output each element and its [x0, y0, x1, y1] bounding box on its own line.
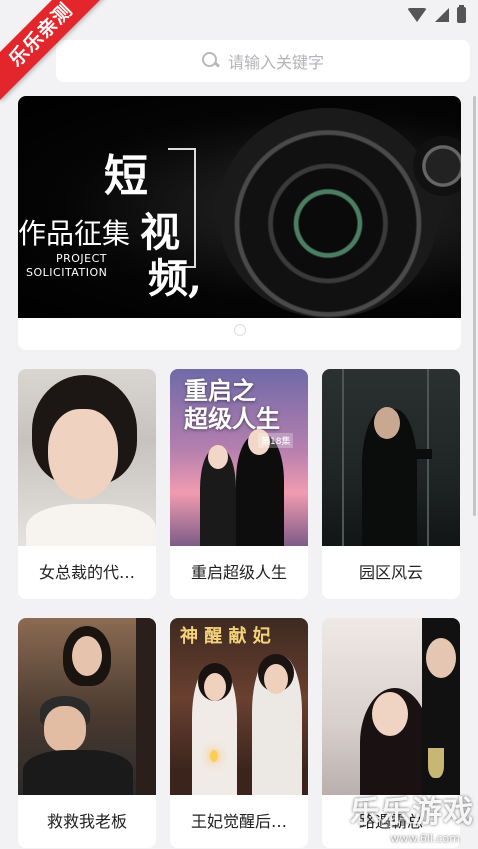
scrollbar[interactable] — [473, 96, 476, 516]
banner-image[interactable]: 短 视 频, 作品征集 PROJECT SOLICITATION — [18, 96, 461, 318]
banner-english-line: SOLICITATION — [26, 266, 108, 279]
search-bar[interactable]: 请输入关键字 — [56, 40, 470, 82]
drama-card[interactable]: 救救我老板 — [18, 618, 156, 848]
drama-title[interactable]: 女总裁的代… — [18, 546, 156, 599]
search-icon — [201, 52, 220, 70]
carousel-indicator-dot[interactable] — [235, 325, 245, 335]
banner-subtitle: 作品征集 — [18, 217, 131, 250]
drama-title[interactable]: 救救我老板 — [18, 795, 156, 848]
drama-poster[interactable]: 神 醒 献 妃 — [170, 618, 308, 795]
drama-poster[interactable] — [322, 369, 460, 546]
drama-title[interactable]: 王妃觉醒后… — [170, 795, 308, 848]
banner-carousel[interactable]: 短 视 频, 作品征集 PROJECT SOLICITATION — [18, 96, 461, 350]
drama-poster[interactable]: 重启之 超级人生 第18集 — [170, 369, 308, 546]
camera-lens-icon — [218, 108, 438, 318]
drama-poster[interactable] — [322, 618, 460, 795]
watermark-url: www.6ll.com — [390, 832, 460, 845]
drama-card[interactable]: 园区风云 — [322, 369, 460, 599]
battery-icon — [457, 5, 466, 23]
drama-card[interactable]: 女总裁的代… — [18, 369, 156, 599]
poster-title: 神 醒 献 妃 — [180, 626, 271, 647]
drama-poster[interactable] — [18, 618, 156, 795]
drama-card[interactable]: 重启之 超级人生 第18集 重启超级人生 — [170, 369, 308, 599]
poster-title: 重启之 超级人生 — [184, 376, 280, 433]
drama-card[interactable]: 神 醒 献 妃 王妃觉醒后… — [170, 618, 308, 848]
search-placeholder: 请输入关键字 — [227, 53, 324, 72]
banner-title-char: 频, — [148, 255, 202, 302]
drama-poster[interactable] — [18, 369, 156, 546]
poster-episode: 第18集 — [258, 433, 294, 448]
banner-english-line: PROJECT — [56, 252, 108, 265]
watermark-brand: 乐乐游戏 — [350, 795, 474, 830]
signal-icon — [435, 8, 449, 22]
drama-title[interactable]: 园区风云 — [322, 546, 460, 599]
wifi-icon — [407, 8, 427, 22]
drama-title[interactable]: 重启超级人生 — [170, 546, 308, 599]
banner-title-char: 短 — [104, 151, 148, 202]
